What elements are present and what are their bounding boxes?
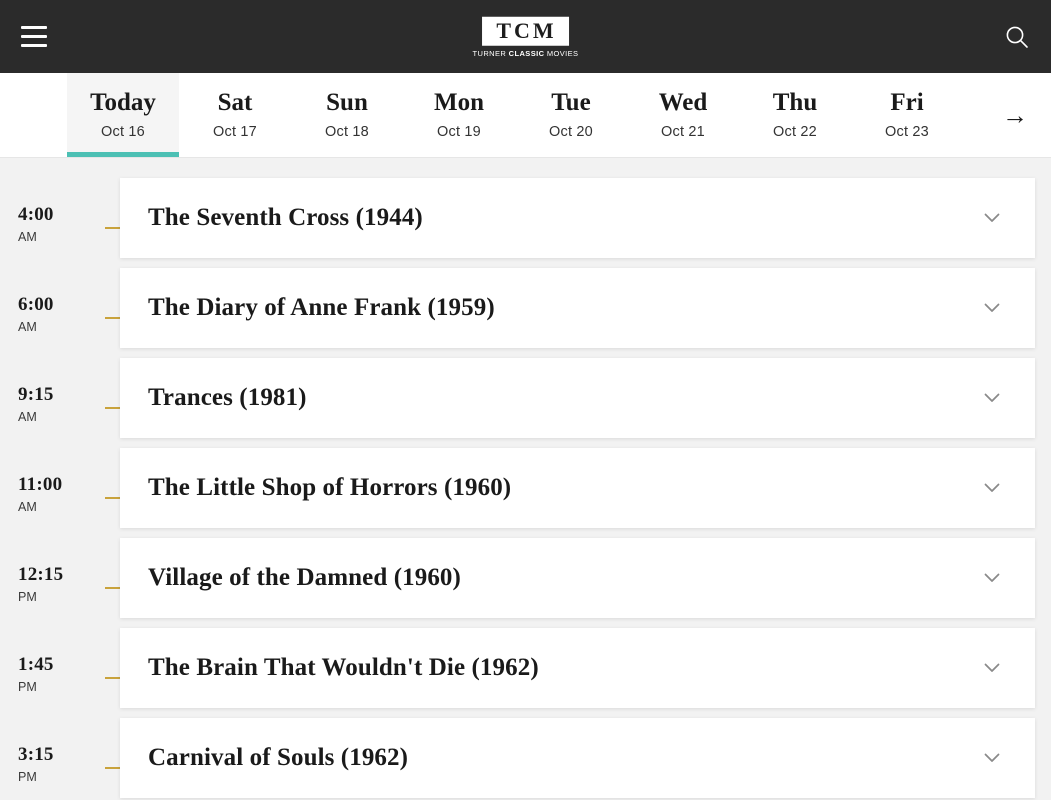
- logo-tagline-part2: CLASSIC: [508, 48, 545, 58]
- chevron-down-icon[interactable]: [982, 748, 1002, 768]
- date-tab-day: Mon: [434, 89, 484, 117]
- schedule-time-clock: 9:15: [18, 384, 54, 405]
- schedule-time-meridiem: AM: [18, 410, 37, 424]
- program-card[interactable]: The Little Shop of Horrors (1960): [120, 448, 1035, 528]
- schedule-time-meridiem: PM: [18, 770, 37, 784]
- schedule-row: 6:00 AM The Diary of Anne Frank (1959): [0, 268, 1051, 358]
- chevron-down-icon[interactable]: [982, 298, 1002, 318]
- program-title: The Seventh Cross (1944): [148, 204, 423, 231]
- hamburger-bar: [21, 35, 47, 38]
- chevron-down-icon[interactable]: [982, 388, 1002, 408]
- date-tab-day: Tue: [551, 89, 591, 117]
- chevron-down-icon[interactable]: [982, 208, 1002, 228]
- date-tab-mon[interactable]: Mon Oct 19: [403, 73, 515, 157]
- search-icon[interactable]: [997, 17, 1037, 57]
- schedule-row: 11:00 AM The Little Shop of Horrors (196…: [0, 448, 1051, 538]
- date-tab-fri[interactable]: Fri Oct 23: [851, 73, 963, 157]
- hamburger-bar: [21, 26, 47, 29]
- date-tab-bar: Today Oct 16 Sat Oct 17 Sun Oct 18 Mon O…: [0, 73, 1051, 158]
- schedule-time: 6:00 AM: [18, 295, 98, 334]
- schedule-time: 12:15 PM: [18, 565, 98, 604]
- date-tab-date: Oct 22: [773, 123, 817, 140]
- date-tab-date: Oct 17: [213, 123, 257, 140]
- hamburger-bar: [21, 44, 47, 47]
- date-tab-date: Oct 16: [101, 123, 145, 140]
- logo-mark: TCM: [482, 16, 569, 46]
- program-card[interactable]: Village of the Damned (1960): [120, 538, 1035, 618]
- date-tab-wed[interactable]: Wed Oct 21: [627, 73, 739, 157]
- program-title: The Little Shop of Horrors (1960): [148, 474, 512, 501]
- program-card[interactable]: Carnival of Souls (1962): [120, 718, 1035, 798]
- chevron-down-icon[interactable]: [982, 478, 1002, 498]
- program-title: Trances (1981): [148, 384, 307, 411]
- program-card[interactable]: Trances (1981): [120, 358, 1035, 438]
- date-tab-tue[interactable]: Tue Oct 20: [515, 73, 627, 157]
- schedule-time-clock: 11:00: [18, 474, 63, 495]
- schedule-time: 9:15 AM: [18, 385, 98, 424]
- site-header: TCM TURNER CLASSIC MOVIES: [0, 0, 1051, 73]
- schedule-time: 1:45 PM: [18, 655, 98, 694]
- schedule-time-clock: 12:15: [18, 564, 64, 585]
- program-card[interactable]: The Diary of Anne Frank (1959): [120, 268, 1035, 348]
- logo-tagline-part3: MOVIES: [544, 48, 579, 58]
- date-tab-date: Oct 19: [437, 123, 481, 140]
- program-title: Village of the Damned (1960): [148, 564, 461, 591]
- schedule-row: 9:15 AM Trances (1981): [0, 358, 1051, 448]
- schedule-row: 3:15 PM Carnival of Souls (1962): [0, 718, 1051, 800]
- schedule-row: 1:45 PM The Brain That Wouldn't Die (196…: [0, 628, 1051, 718]
- schedule-time-meridiem: PM: [18, 590, 37, 604]
- schedule-time: 11:00 AM: [18, 475, 98, 514]
- date-tab-day: Sun: [326, 89, 368, 117]
- program-title: The Brain That Wouldn't Die (1962): [148, 654, 539, 681]
- schedule-row: 12:15 PM Village of the Damned (1960): [0, 538, 1051, 628]
- schedule-time-clock: 4:00: [18, 204, 54, 225]
- date-tab-day: Fri: [890, 89, 924, 117]
- date-tab-day: Thu: [772, 89, 818, 117]
- chevron-down-icon[interactable]: [982, 658, 1002, 678]
- date-tab-sun[interactable]: Sun Oct 18: [291, 73, 403, 157]
- schedule-time-meridiem: AM: [18, 500, 37, 514]
- schedule-time: 4:00 AM: [18, 205, 98, 244]
- date-tab-date: Oct 20: [549, 123, 593, 140]
- schedule-time-clock: 1:45: [18, 654, 54, 675]
- schedule-time-clock: 6:00: [18, 294, 54, 315]
- schedule-list: 4:00 AM The Seventh Cross (1944) 6:00 AM…: [0, 158, 1051, 800]
- schedule-time-meridiem: AM: [18, 320, 37, 334]
- hamburger-menu-icon[interactable]: [14, 20, 54, 54]
- chevron-down-icon[interactable]: [982, 568, 1002, 588]
- logo-tagline-part1: TURNER: [472, 48, 509, 58]
- logo-tagline: TURNER CLASSIC MOVIES: [473, 49, 579, 57]
- date-tab-day: Sat: [217, 89, 253, 117]
- program-title: The Diary of Anne Frank (1959): [148, 294, 495, 321]
- schedule-time-meridiem: AM: [18, 230, 37, 244]
- date-tab-day: Today: [90, 89, 156, 117]
- program-title: Carnival of Souls (1962): [148, 744, 409, 771]
- date-tab-date: Oct 18: [325, 123, 369, 140]
- date-tab-today[interactable]: Today Oct 16: [67, 73, 179, 157]
- date-tab-date: Oct 23: [885, 123, 929, 140]
- schedule-time: 3:15 PM: [18, 745, 98, 784]
- tcm-logo[interactable]: TCM TURNER CLASSIC MOVIES: [473, 16, 579, 57]
- date-tab-thu[interactable]: Thu Oct 22: [739, 73, 851, 157]
- program-card[interactable]: The Brain That Wouldn't Die (1962): [120, 628, 1035, 708]
- next-week-arrow-icon[interactable]: →: [993, 93, 1037, 137]
- program-card[interactable]: The Seventh Cross (1944): [120, 178, 1035, 258]
- date-tab-sat[interactable]: Sat Oct 17: [179, 73, 291, 157]
- date-tab-day: Wed: [658, 89, 708, 117]
- date-tab-date: Oct 21: [661, 123, 705, 140]
- schedule-time-meridiem: PM: [18, 680, 37, 694]
- schedule-time-clock: 3:15: [18, 744, 54, 765]
- schedule-row: 4:00 AM The Seventh Cross (1944): [0, 178, 1051, 268]
